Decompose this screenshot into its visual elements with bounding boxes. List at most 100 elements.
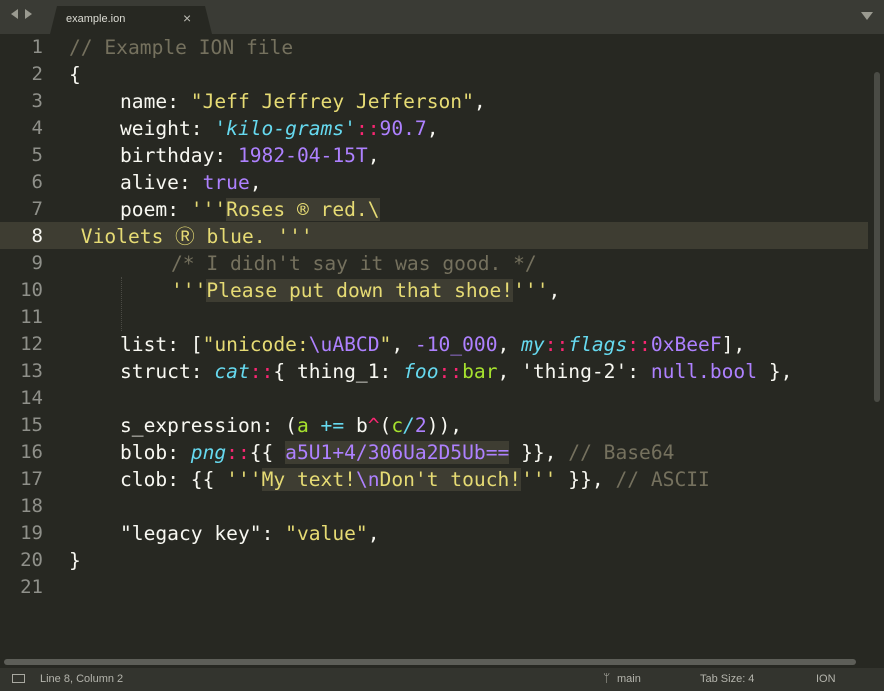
title-bar: example.ion ×	[0, 0, 884, 34]
code-line-20: }	[69, 547, 81, 574]
long-string-text: Please put down that shoe!	[206, 279, 514, 302]
cursor-position[interactable]: Line 8, Column 2	[40, 673, 123, 685]
operator: ^	[367, 414, 380, 437]
colon: :	[214, 144, 238, 167]
string-value: "Jeff Jeffrey Jefferson"	[190, 90, 474, 113]
annotation: foo	[403, 360, 439, 383]
line-number: 13	[20, 360, 43, 382]
line-number: 2	[31, 63, 43, 85]
colon: :	[190, 117, 215, 140]
colon: :	[167, 90, 191, 113]
comment: // Example ION file	[69, 36, 294, 59]
line-number: 5	[31, 144, 43, 166]
git-branch[interactable]: main	[617, 673, 641, 685]
line-number: 9	[31, 252, 43, 274]
code-line-7: poem: '''Roses ® red.\	[120, 196, 380, 223]
line-number: 3	[31, 90, 43, 112]
back-arrow-icon[interactable]	[11, 9, 18, 19]
colon: :	[627, 360, 651, 383]
dropdown-arrow-icon[interactable]	[861, 12, 873, 20]
annotation: flags	[568, 333, 628, 356]
code-line-4: weight: 'kilo-grams'::90.7,	[120, 115, 439, 142]
close-icon[interactable]: ×	[183, 10, 191, 26]
brace: {	[69, 63, 81, 86]
field-key: weight	[120, 117, 191, 140]
colon: :	[167, 441, 191, 464]
colon: :	[261, 414, 286, 437]
comma: ,	[391, 333, 415, 356]
symbol-value: bar	[462, 360, 498, 383]
code-line-6: alive: true,	[120, 169, 262, 196]
code-line-15: s_expression: (a += b^(c/2)),	[120, 412, 462, 439]
horizontal-scrollbar-track[interactable]	[0, 656, 884, 668]
comma: ,	[367, 144, 380, 167]
line-number: 18	[20, 495, 43, 517]
code-line-13: struct: cat::{ thing_1: foo::bar, 'thing…	[120, 358, 792, 385]
comma: ,	[497, 360, 522, 383]
brace: },	[757, 360, 793, 383]
line-number: 10	[20, 279, 43, 301]
syntax-mode[interactable]: ION	[816, 673, 836, 685]
panel-toggle-icon[interactable]	[12, 674, 25, 683]
long-string-delimiter: '''	[513, 279, 549, 302]
line-number-gutter: 1 2 3 4 5 6 7 8 9 10 11 12 13 14 15 16 1…	[0, 34, 56, 656]
annotation: png	[190, 441, 227, 464]
clob-text: My text!	[261, 468, 356, 491]
field-key: 'thing-2'	[521, 360, 628, 383]
annotation-separator: ::	[355, 117, 380, 140]
string-value: "unicode:	[202, 333, 309, 356]
line-number: 11	[20, 306, 43, 328]
clob-text: Don't touch!	[379, 468, 522, 491]
line-number: 4	[31, 117, 43, 139]
symbol: b	[355, 414, 368, 437]
long-string-delimiter: '''	[226, 468, 262, 491]
bool-value: true	[202, 171, 250, 194]
code-line-2: {	[69, 61, 81, 88]
colon: :	[190, 360, 215, 383]
comma: ,	[426, 117, 439, 140]
string-value: "value"	[285, 522, 368, 545]
code-line-3: name: "Jeff Jeffrey Jefferson",	[120, 88, 486, 115]
string-value: "	[379, 333, 392, 356]
long-string-delimiter: '''	[171, 279, 207, 302]
colon: :	[167, 468, 191, 491]
line-number: 21	[20, 576, 43, 598]
line-number: 19	[20, 522, 43, 544]
line-number: 15	[20, 414, 43, 436]
long-string-text: Violets Ⓡ blue.	[69, 225, 278, 248]
brace: {{	[249, 441, 286, 464]
line-number: 16	[20, 441, 43, 463]
tab-example-ion[interactable]: example.ion ×	[50, 6, 212, 34]
vertical-scrollbar[interactable]	[874, 72, 880, 402]
field-key: name	[120, 90, 168, 113]
paren: (	[285, 414, 297, 437]
comment: // Base64	[556, 441, 675, 464]
field-key: blob	[120, 441, 168, 464]
code-line-19: "legacy key": "value",	[120, 520, 380, 547]
field-key: s_expression	[120, 414, 262, 437]
annotation-separator: ::	[544, 333, 569, 356]
code-line-12: list: ["unicode:\uABCD", -10_000, my::fl…	[120, 331, 745, 358]
field-key: list	[120, 333, 168, 356]
horizontal-scrollbar[interactable]	[4, 659, 856, 665]
number-value: -10_000	[414, 333, 498, 356]
field-key: alive	[120, 171, 179, 194]
line-number: 20	[20, 549, 43, 571]
line-number: 17	[20, 468, 43, 490]
symbol: a	[296, 414, 309, 437]
code-line-8: Violets Ⓡ blue. '''	[69, 223, 313, 250]
comma: ,	[249, 171, 262, 194]
editor-area[interactable]: 1 2 3 4 5 6 7 8 9 10 11 12 13 14 15 16 1…	[0, 34, 884, 656]
code-line-1: // Example ION file	[69, 34, 293, 61]
symbol: c	[391, 414, 404, 437]
comment: /* I didn't say it was good. */	[171, 252, 537, 275]
escape-sequence: \uABCD	[308, 333, 380, 356]
line-number-current: 8	[31, 225, 43, 247]
colon: :	[167, 198, 191, 221]
line-number: 6	[31, 171, 43, 193]
forward-arrow-icon[interactable]	[25, 9, 32, 19]
tab-size[interactable]: Tab Size: 4	[700, 673, 754, 685]
tab-title: example.ion	[66, 13, 126, 25]
field-key: clob	[120, 468, 168, 491]
code-line-5: birthday: 1982-04-15T,	[120, 142, 380, 169]
